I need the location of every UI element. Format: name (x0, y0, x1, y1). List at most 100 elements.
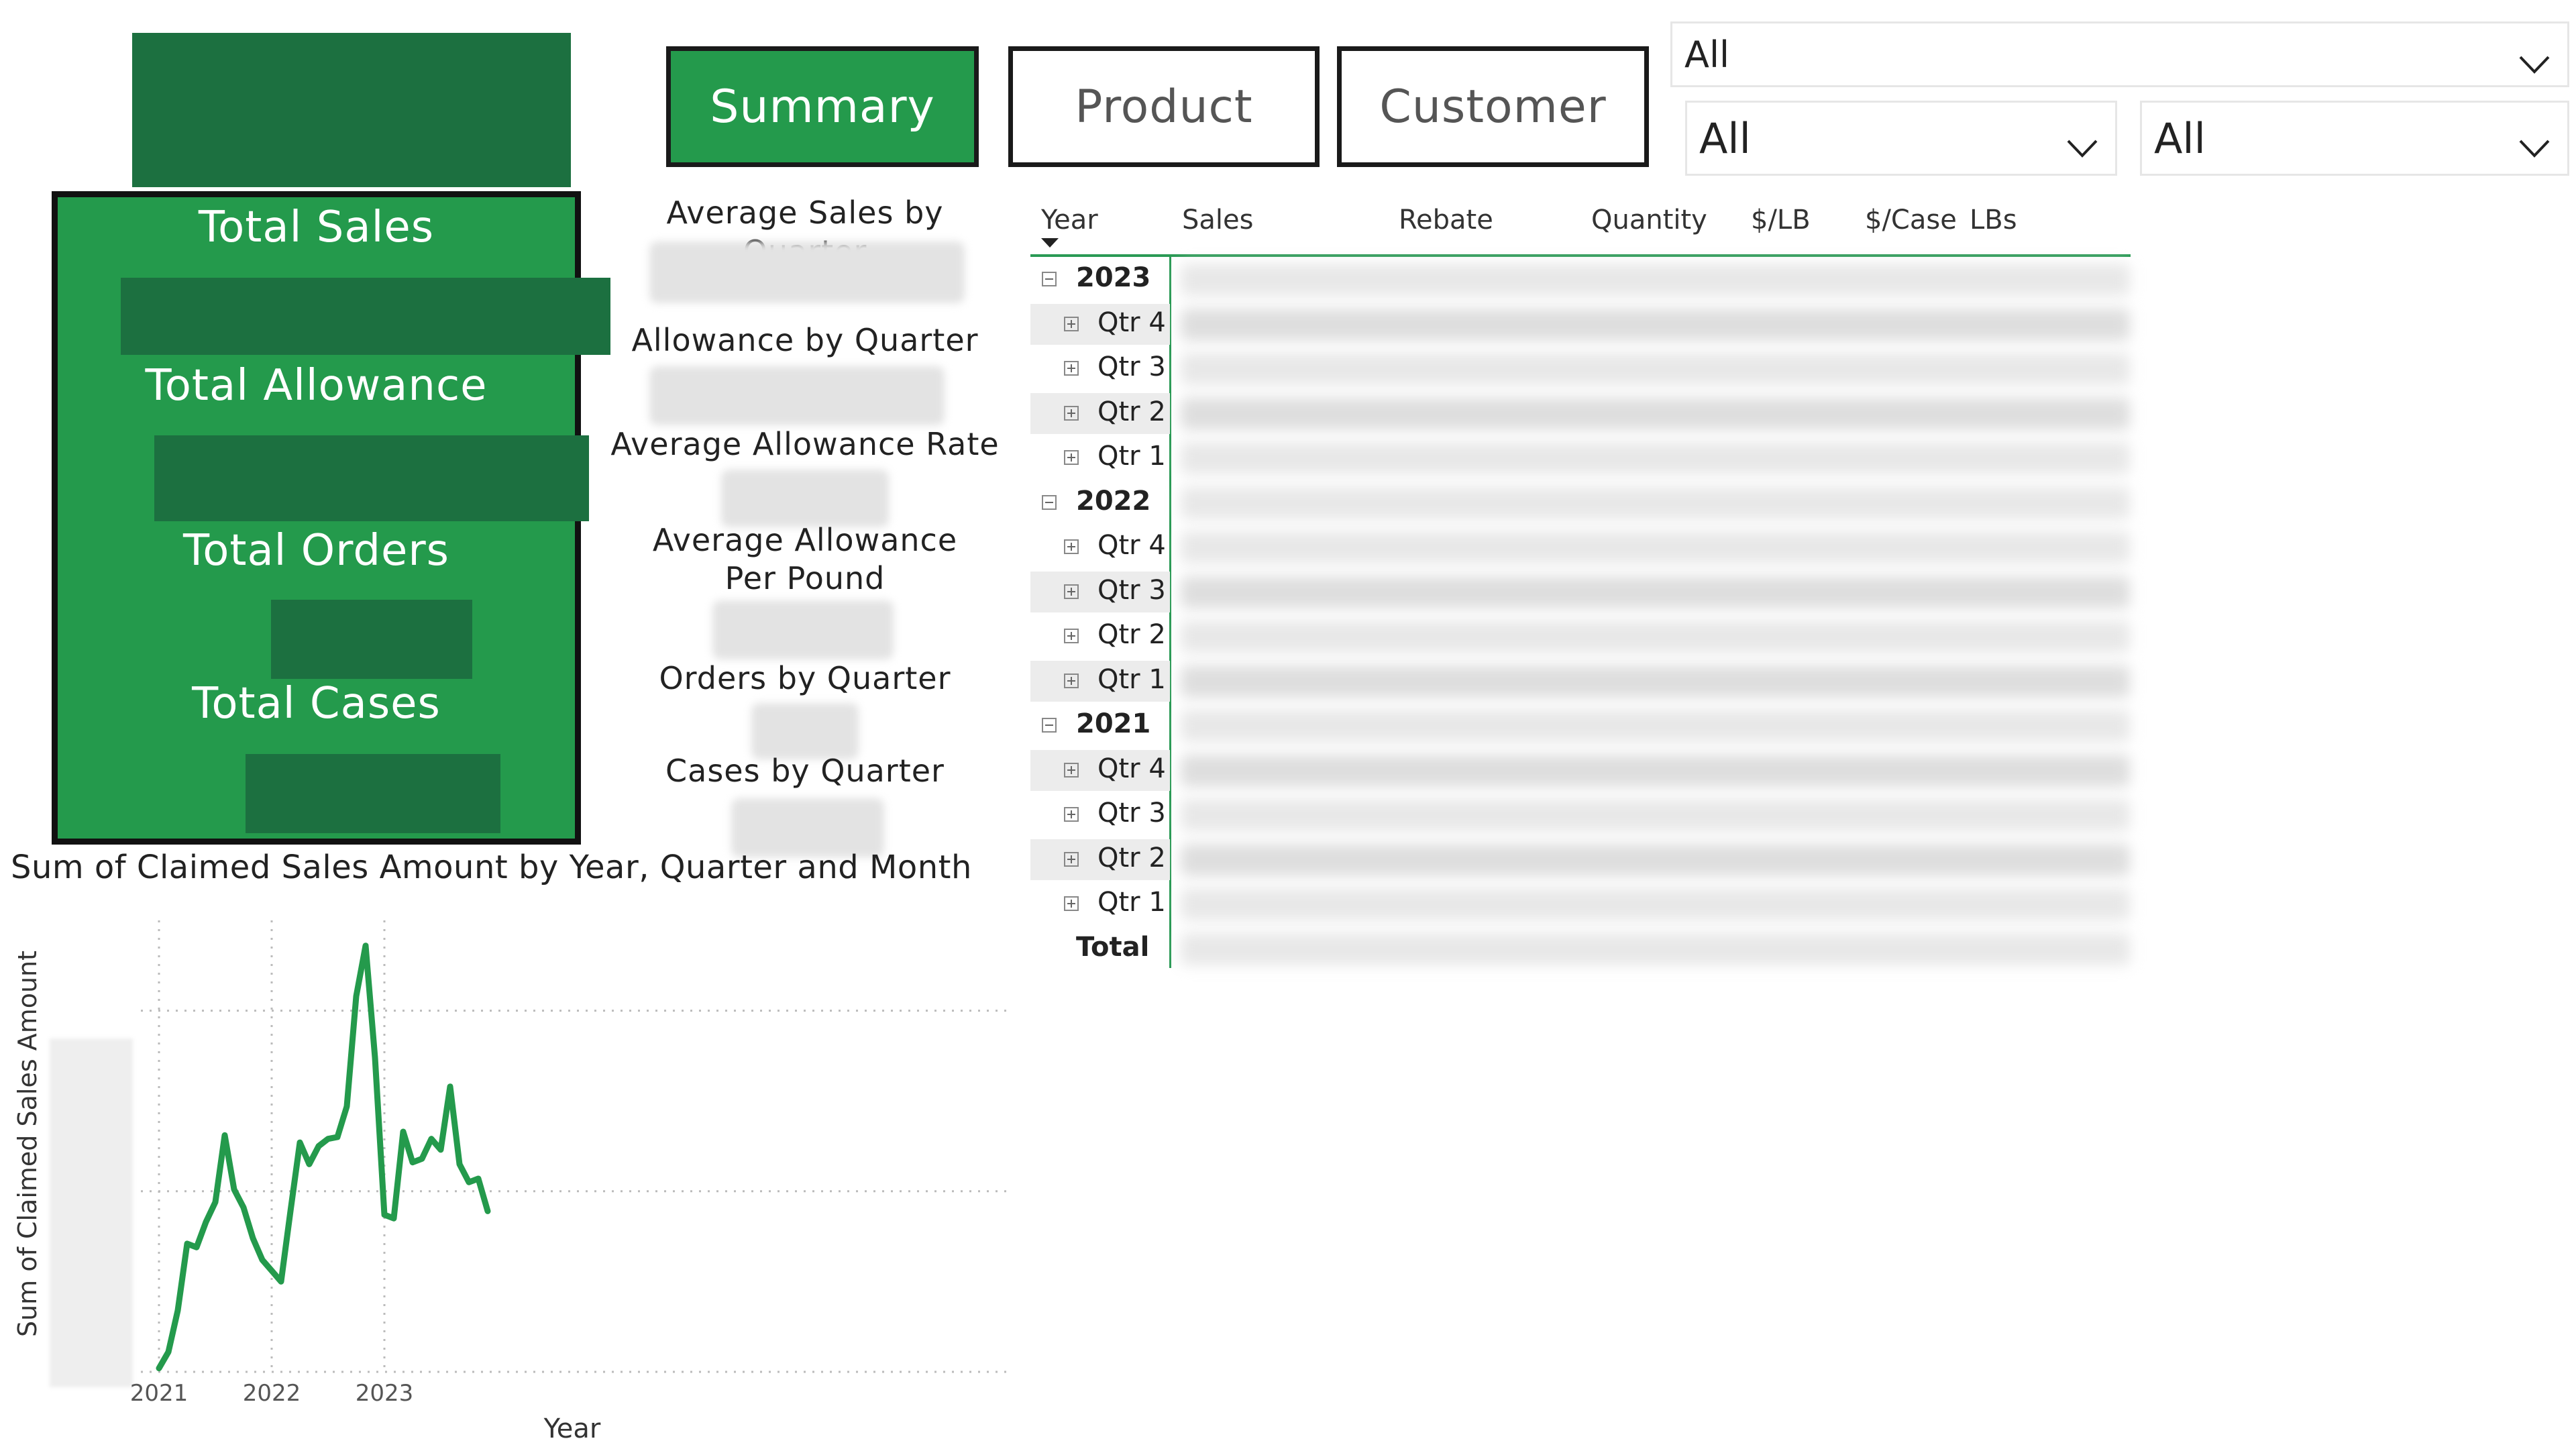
total-sales-value (121, 278, 610, 355)
year-row-label: 2021 (1076, 708, 1151, 739)
data-point[interactable] (176, 1309, 179, 1312)
row-values-blurred (1181, 397, 2130, 430)
data-point[interactable] (308, 1163, 311, 1166)
data-point[interactable] (299, 1141, 301, 1144)
data-point[interactable] (345, 1105, 348, 1108)
quarter-row-label: Qtr 3 (1097, 798, 1166, 828)
data-point[interactable] (364, 944, 367, 947)
expand-icon[interactable] (1064, 361, 1079, 376)
cases-quarter-label: Cases by Quarter (665, 753, 945, 789)
expand-icon[interactable] (1064, 807, 1079, 822)
quarter-row-label: Qtr 1 (1097, 441, 1166, 472)
row-values-blurred (1181, 442, 2130, 474)
data-point[interactable] (205, 1220, 207, 1224)
slicer-right[interactable]: All (2140, 101, 2569, 176)
slicer-top-value: All (1684, 33, 1729, 76)
data-point[interactable] (430, 1137, 433, 1140)
customer-button[interactable]: Customer (1337, 46, 1649, 167)
data-point[interactable] (327, 1137, 329, 1140)
data-point[interactable] (374, 1056, 376, 1059)
product-button[interactable]: Product (1008, 46, 1320, 167)
data-point[interactable] (195, 1246, 198, 1249)
col-header-rebate[interactable]: Rebate (1399, 205, 1493, 235)
x-axis-title: Year (543, 1413, 601, 1444)
expand-icon[interactable] (1064, 762, 1079, 777)
quarter-row-label: Qtr 1 (1097, 887, 1166, 918)
col-header-quantity[interactable]: Quantity (1591, 205, 1707, 235)
collapse-icon[interactable] (1042, 718, 1057, 733)
quarter-row-label: Qtr 2 (1097, 842, 1166, 873)
data-point[interactable] (383, 1213, 386, 1216)
avg-allowance-rate-value (721, 470, 889, 527)
col-header-per-lb[interactable]: $/LB (1751, 205, 1811, 235)
collapse-icon[interactable] (1042, 272, 1057, 286)
expand-icon[interactable] (1064, 316, 1079, 331)
data-point[interactable] (289, 1210, 292, 1213)
col-header-sales[interactable]: Sales (1182, 205, 1253, 235)
sort-descending-icon[interactable] (1041, 238, 1059, 249)
data-point[interactable] (477, 1177, 480, 1180)
allowance-quarter-value (649, 366, 945, 425)
col-header-per-case[interactable]: $/Case (1865, 205, 1957, 235)
data-point[interactable] (186, 1242, 189, 1245)
quarter-row-label: Qtr 1 (1097, 663, 1166, 695)
row-values-blurred (1181, 264, 2130, 296)
data-point[interactable] (214, 1200, 217, 1203)
data-point[interactable] (392, 1217, 395, 1220)
slicer-left[interactable]: All (1685, 101, 2117, 176)
data-point[interactable] (252, 1236, 254, 1240)
expand-icon[interactable] (1064, 896, 1079, 911)
data-point[interactable] (439, 1148, 442, 1151)
x-tick-label: 2022 (243, 1380, 301, 1407)
avg-allowance-per-pound-value (712, 600, 894, 659)
data-point[interactable] (449, 1085, 451, 1088)
data-point[interactable] (458, 1163, 461, 1166)
data-point[interactable] (317, 1144, 320, 1148)
row-values-blurred (1181, 308, 2130, 341)
data-point[interactable] (468, 1181, 470, 1184)
row-values-blurred (1181, 843, 2130, 876)
data-point[interactable] (411, 1161, 414, 1164)
chart-title: Sum of Claimed Sales Amount by Year, Qua… (11, 849, 972, 886)
avg-sales-quarter-value (649, 241, 965, 303)
x-tick-label: 2021 (130, 1380, 189, 1407)
col-header-year[interactable]: Year (1041, 205, 1098, 235)
expand-icon[interactable] (1064, 851, 1079, 867)
data-point[interactable] (233, 1188, 235, 1191)
expand-icon[interactable] (1064, 629, 1079, 643)
quarter-row-label: Qtr 3 (1097, 574, 1166, 606)
expand-icon[interactable] (1064, 584, 1079, 599)
data-point[interactable] (486, 1210, 489, 1213)
expand-icon[interactable] (1064, 405, 1079, 421)
data-point[interactable] (223, 1134, 226, 1137)
data-point[interactable] (158, 1366, 160, 1370)
col-header-lbs[interactable]: LBs (1970, 205, 2017, 235)
slicer-top[interactable]: All (1670, 21, 2569, 87)
data-point[interactable] (355, 995, 358, 998)
collapse-icon[interactable] (1042, 494, 1057, 510)
chevron-down-icon (2067, 140, 2098, 158)
row-values-blurred (1181, 932, 2130, 965)
data-point[interactable] (336, 1136, 339, 1139)
data-point[interactable] (261, 1258, 264, 1262)
slicer-left-value: All (1699, 113, 1751, 163)
data-point[interactable] (280, 1280, 282, 1283)
data-point[interactable] (167, 1350, 170, 1354)
quarter-row-label: Qtr 2 (1097, 619, 1166, 650)
total-orders-value (271, 600, 472, 679)
summary-button[interactable]: Summary (666, 46, 979, 167)
expand-icon[interactable] (1064, 673, 1079, 688)
expand-icon[interactable] (1064, 450, 1079, 465)
row-values-blurred (1181, 888, 2130, 920)
row-values-blurred (1181, 754, 2130, 787)
data-point[interactable] (421, 1157, 423, 1161)
data-point[interactable] (402, 1130, 405, 1133)
expand-icon[interactable] (1064, 539, 1079, 554)
year-row-label: 2023 (1076, 262, 1151, 293)
data-point[interactable] (242, 1206, 245, 1210)
quarter-row-label: Qtr 2 (1097, 396, 1166, 427)
data-point[interactable] (270, 1269, 273, 1273)
avg-allowance-per-pound-label-2: Per Pound (724, 560, 885, 596)
row-values-blurred (1181, 710, 2130, 742)
total-cases-label: Total Cases (192, 679, 441, 729)
